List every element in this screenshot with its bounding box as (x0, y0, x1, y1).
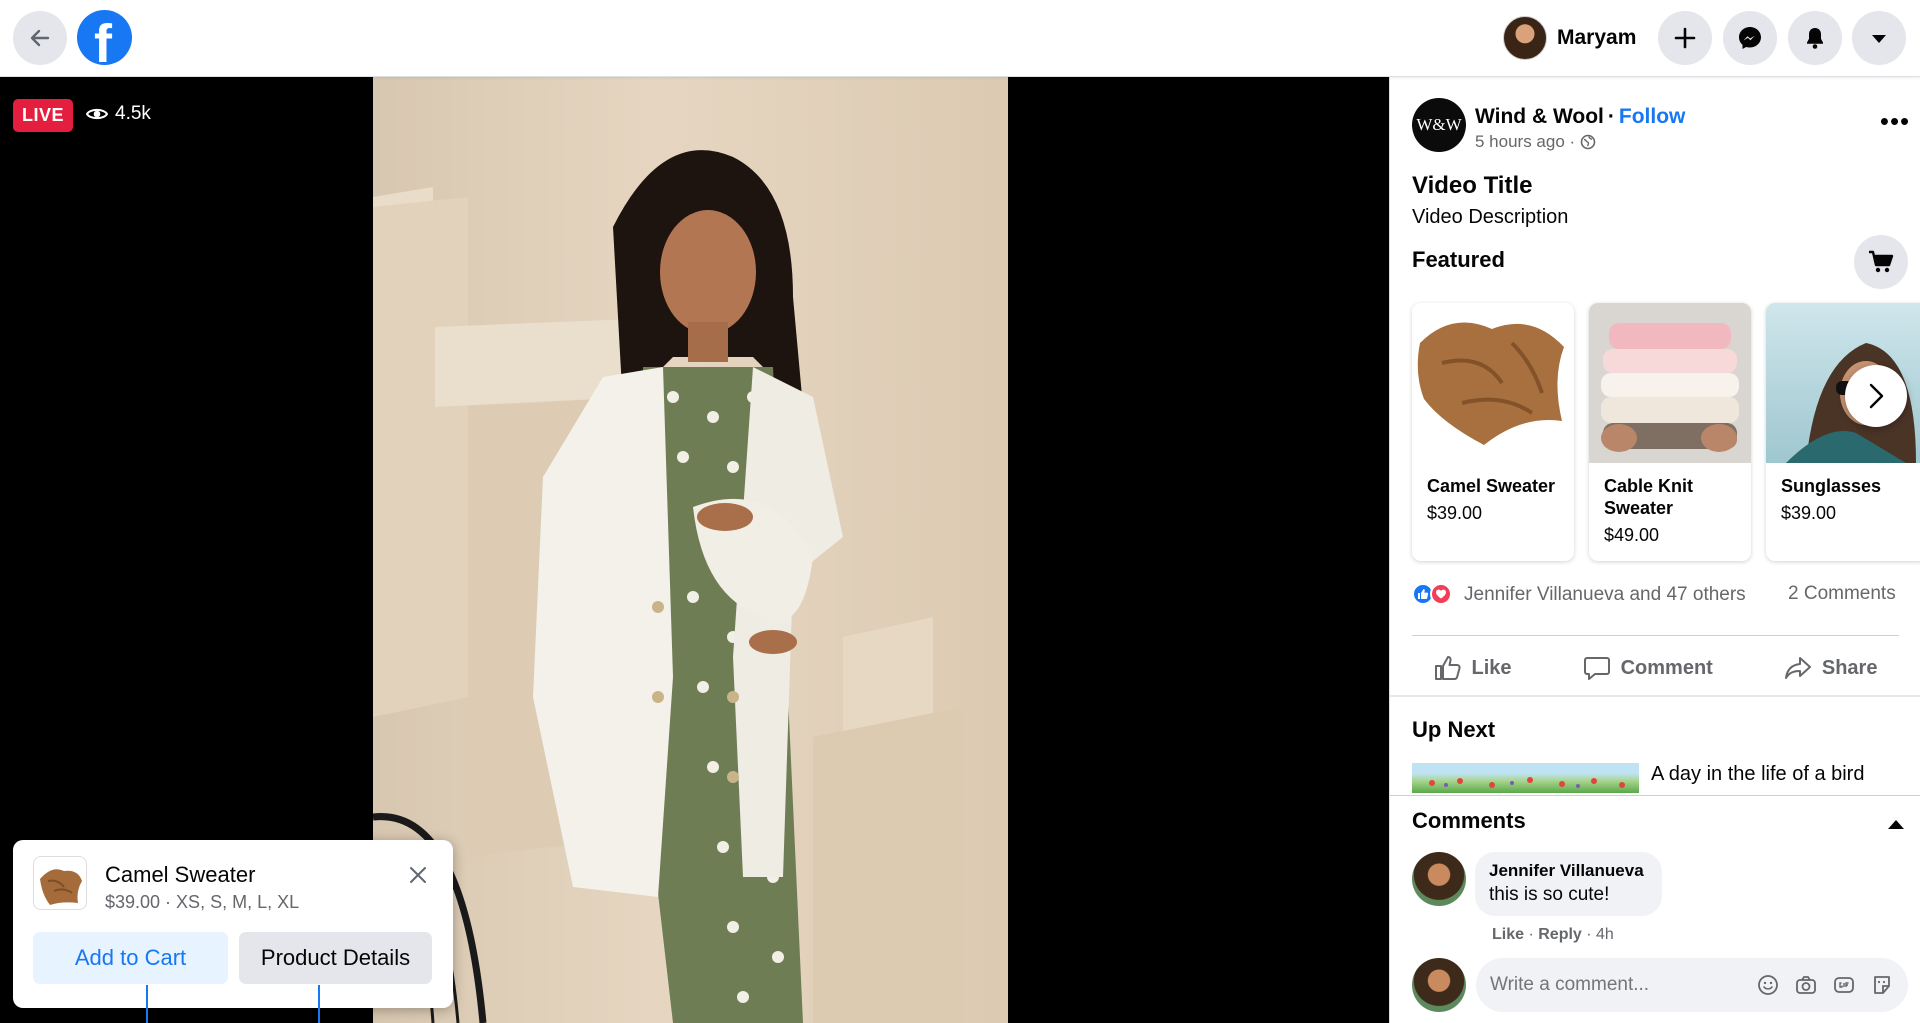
featured-product-card[interactable]: Cable Knit Sweater $49.00 (1589, 303, 1751, 561)
product-price: $39.00 (1781, 503, 1837, 523)
back-arrow-icon (30, 29, 50, 47)
sticker-icon[interactable] (1870, 973, 1894, 997)
up-next-heading: Up Next (1412, 717, 1496, 742)
viewer-count-value: 4.5k (115, 103, 151, 124)
notifications-button[interactable] (1788, 11, 1842, 65)
annotation-line (318, 985, 320, 1023)
post-actions: Like Comment Share (1390, 639, 1920, 697)
messenger-icon (1739, 27, 1761, 49)
product-details-button[interactable]: Product Details (239, 932, 432, 984)
page-header: Wind & Wool · Follow (1475, 105, 1685, 129)
divider (1412, 635, 1899, 636)
globe-icon (1580, 134, 1596, 150)
page-name[interactable]: Wind & Wool (1475, 105, 1604, 128)
account-menu-button[interactable] (1852, 11, 1906, 65)
live-badge: LIVE (13, 99, 74, 132)
reactions-text: Jennifer Villanueva and 47 others (1464, 584, 1746, 605)
share-icon (1784, 657, 1811, 679)
post-side-panel: W&W Wind & Wool · Follow 5 hours ago · •••… (1389, 77, 1920, 1023)
close-button[interactable] (403, 860, 433, 890)
share-label: Share (1821, 656, 1878, 679)
comment-reply-link[interactable]: Reply (1538, 926, 1582, 943)
close-icon (410, 867, 426, 883)
up-next-title[interactable]: A day in the life of a bird (1651, 763, 1864, 786)
comment-bubble: Jennifer Villanueva this is so cute! (1475, 852, 1662, 916)
annotation-line (146, 985, 148, 1023)
chevron-right-icon (1869, 383, 1884, 409)
avatar (1503, 16, 1547, 60)
product-name: Sunglasses (1781, 476, 1882, 496)
featured-products-carousel: Camel Sweater $39.00 Cable Knit Sweater … (1412, 303, 1920, 563)
plus-icon (1674, 27, 1696, 49)
reaction-icons (1412, 583, 1458, 607)
product-name: Cable Knit Sweater (1604, 476, 1694, 518)
comment-text: this is so cute! (1489, 884, 1610, 905)
caret-down-icon (1872, 35, 1886, 43)
product-image (1589, 303, 1751, 463)
video-description: Video Description (1412, 206, 1569, 228)
up-next-thumbnail[interactable] (1412, 763, 1639, 793)
composer-icons (1756, 973, 1894, 997)
cart-icon (1869, 250, 1894, 273)
carousel-next-button[interactable] (1845, 365, 1907, 427)
messenger-button[interactable] (1723, 11, 1777, 65)
section-divider (1390, 695, 1920, 697)
product-name: Camel Sweater (1427, 476, 1556, 496)
video-image (373, 150, 963, 1023)
viewer-count: 4.5k (86, 103, 151, 125)
create-button[interactable] (1658, 11, 1712, 65)
like-label: Like (1471, 656, 1512, 679)
eye-icon (86, 108, 108, 120)
comment-icon (1583, 657, 1610, 680)
product-image (1412, 303, 1574, 463)
product-thumbnail (33, 856, 87, 910)
product-price: $39.00 (1427, 503, 1483, 523)
comments-heading: Comments (1412, 808, 1526, 833)
comments-count[interactable]: 2 Comments (1788, 583, 1896, 605)
post-timestamp: 5 hours ago · (1475, 132, 1596, 152)
page-avatar[interactable]: W&W (1412, 98, 1466, 152)
video-title: Video Title (1412, 172, 1533, 199)
comment-label: Comment (1620, 656, 1713, 679)
comment-like-link[interactable]: Like (1492, 926, 1524, 943)
like-icon (1434, 656, 1461, 680)
share-button[interactable]: Share (1784, 655, 1878, 681)
featured-product-card[interactable]: Camel Sweater $39.00 (1412, 303, 1574, 561)
comment-time: 4h (1596, 926, 1614, 943)
add-to-cart-button[interactable]: Add to Cart (33, 932, 228, 984)
emoji-icon[interactable] (1756, 973, 1780, 997)
follow-button[interactable]: Follow (1619, 105, 1686, 128)
section-divider (1390, 795, 1920, 796)
comment-button[interactable]: Comment (1583, 655, 1713, 681)
camera-icon[interactable] (1794, 973, 1818, 997)
reactions-summary[interactable]: Jennifer Villanueva and 47 others (1412, 583, 1746, 607)
comment-meta: Like · Reply · 4h (1492, 926, 1614, 943)
like-button[interactable]: Like (1434, 655, 1512, 681)
gif-icon[interactable] (1832, 973, 1856, 997)
more-options-button[interactable]: ••• (1877, 103, 1913, 139)
separator-dot: · (1607, 105, 1615, 128)
back-button[interactable] (13, 11, 67, 65)
avatar (1412, 958, 1466, 1012)
video-frame (373, 77, 1008, 1023)
cart-button[interactable] (1854, 235, 1908, 289)
product-price: $49.00 (1604, 525, 1660, 545)
caret-up-icon[interactable] (1886, 817, 1906, 831)
profile-name: Maryam (1557, 26, 1637, 49)
bell-icon (1807, 28, 1823, 49)
product-title: Camel Sweater (105, 862, 256, 887)
product-price-sizes: $39.00 · XS, S, M, L, XL (105, 892, 300, 912)
comment-author[interactable]: Jennifer Villanueva (1489, 861, 1644, 881)
top-navigation-bar: f Maryam (0, 0, 1920, 77)
product-overlay-card: Camel Sweater $39.00 · XS, S, M, L, XL A… (13, 840, 453, 1008)
comment-input[interactable] (1490, 958, 1740, 1012)
comment-composer[interactable] (1476, 958, 1908, 1012)
avatar[interactable] (1412, 852, 1466, 906)
love-reaction-icon (1430, 583, 1452, 605)
facebook-logo-icon[interactable]: f (77, 10, 132, 65)
profile-chip[interactable]: Maryam (1503, 14, 1636, 62)
featured-heading: Featured (1412, 247, 1505, 272)
post-time[interactable]: 5 hours ago · (1475, 132, 1575, 152)
featured-product-card[interactable]: Sunglasses $39.00 (1766, 303, 1920, 561)
